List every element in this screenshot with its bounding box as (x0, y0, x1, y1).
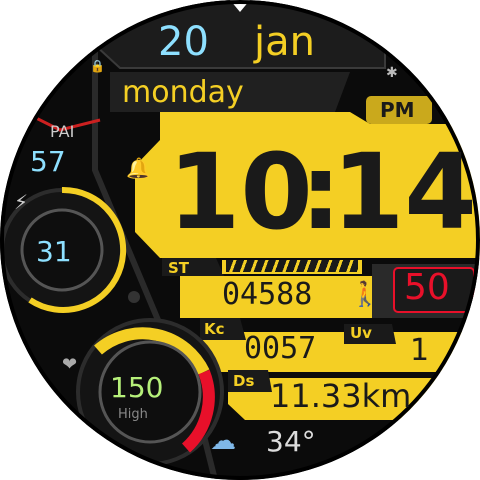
target-value: 50 (404, 267, 450, 308)
pai-label: PAI (50, 122, 75, 141)
uv-value: 1 (410, 333, 430, 368)
weekday: monday (122, 75, 244, 110)
distance-label: Ds (233, 372, 255, 390)
steps-progress-bar (226, 260, 358, 272)
ampm-indicator: PM (380, 98, 415, 122)
distance-value: 11.33km (270, 377, 412, 415)
date-month: jan (254, 19, 315, 65)
watch-face: 20 jan monday 🔒 ✱ PM 10 : 14 🔔 PAI 57 ⚡ … (0, 0, 480, 480)
battery-value: 31 (36, 235, 72, 268)
cloud-rain-icon: ☁ (210, 426, 236, 456)
bell-icon: 🔔 (126, 156, 151, 180)
date-day: 20 (158, 19, 209, 65)
time-minutes: 14 (332, 131, 477, 253)
steps-label: ST (168, 259, 190, 277)
heart-rate-zone: High (118, 407, 148, 422)
calories-value: 0057 (244, 331, 317, 366)
bluetooth-icon: ✱ (386, 65, 398, 81)
heart-rate-value: 150 (110, 371, 164, 404)
lock-icon: 🔒 (90, 59, 105, 73)
pai-value: 57 (30, 145, 66, 178)
steps-value: 04588 (222, 277, 313, 312)
time-hours: 10 (168, 131, 313, 253)
lightning-icon: ⚡ (14, 190, 29, 214)
uv-label: Uv (350, 324, 372, 342)
temperature-value: 34° (266, 425, 316, 458)
walking-icon: 🚶 (350, 280, 380, 308)
calories-label: Kc (204, 320, 225, 338)
heart-icon: ❤ (62, 354, 78, 375)
